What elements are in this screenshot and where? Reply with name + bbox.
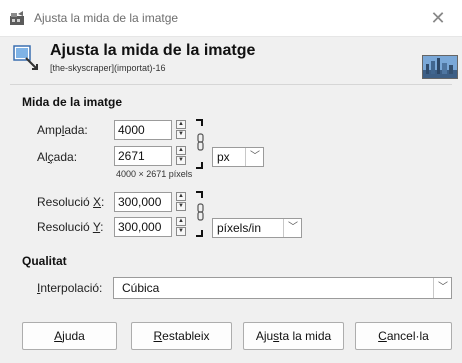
res-y-input[interactable]: 300,000 [114, 217, 172, 237]
size-unit-value: px [217, 150, 230, 164]
res-x-input[interactable]: 300,000 [114, 192, 172, 212]
spin-down-icon[interactable]: ▼ [176, 202, 186, 211]
chevron-down-icon[interactable]: ﹀ [433, 278, 452, 298]
chevron-down-icon[interactable]: ﹀ [283, 219, 302, 237]
size-unit-select[interactable]: px ﹀ [212, 147, 264, 167]
resize-button[interactable]: Ajusta la mida [243, 322, 344, 350]
res-x-spinner[interactable]: 300,000 ▲ ▼ [114, 192, 190, 212]
spin-down-icon[interactable]: ▼ [176, 156, 186, 165]
spin-up-icon[interactable]: ▲ [176, 120, 186, 129]
image-thumbnail [422, 55, 458, 79]
res-y-label: Resolució Y: [37, 220, 104, 234]
help-button[interactable]: Ajuda [22, 322, 117, 350]
resize-image-icon [13, 45, 39, 71]
spin-up-icon[interactable]: ▲ [176, 217, 186, 226]
section-image-size: Mida de la imatge [22, 95, 123, 109]
gimp-app-icon [9, 10, 25, 26]
res-y-spinner[interactable]: 300,000 ▲ ▼ [114, 217, 190, 237]
spin-down-icon[interactable]: ▼ [176, 130, 186, 139]
header-separator [10, 84, 452, 85]
chain-link-icon[interactable] [194, 118, 208, 170]
width-spinner[interactable]: 4000 ▲ ▼ [114, 120, 190, 140]
spin-up-icon[interactable]: ▲ [176, 192, 186, 201]
height-input[interactable]: 2671 [114, 146, 172, 166]
dialog-title: Ajusta la mida de la imatge [50, 42, 256, 59]
chain-link-icon[interactable] [194, 190, 208, 242]
width-input[interactable]: 4000 [114, 120, 172, 140]
interpolation-select[interactable]: Cúbica ﹀ [113, 277, 452, 299]
dialog-header: Ajusta la mida de la imatge [the-skyscra… [0, 37, 462, 83]
chevron-down-icon[interactable]: ﹀ [245, 148, 264, 166]
resolution-unit-value: píxels/in [217, 221, 262, 235]
cancel-button[interactable]: Cancel·la [355, 322, 452, 350]
close-icon[interactable]: ✕ [426, 7, 450, 29]
window-title: Ajusta la mida de la imatge [34, 11, 179, 25]
interpolation-value: Cúbica [122, 281, 160, 295]
width-label: Amplada: [37, 123, 88, 137]
pixel-dimensions-note: 4000 × 2671 píxels [116, 169, 193, 179]
reset-button[interactable]: Restableix [131, 322, 232, 350]
resolution-unit-select[interactable]: píxels/in ﹀ [212, 218, 302, 238]
image-name: [the-skyscraper](importat)-16 [50, 63, 166, 73]
window-titlebar: Ajusta la mida de la imatge ✕ [0, 0, 462, 37]
res-x-label: Resolució X: [37, 195, 105, 209]
spin-down-icon[interactable]: ▼ [176, 227, 186, 236]
interpolation-label: Interpolació: [37, 281, 103, 295]
height-spinner[interactable]: 2671 ▲ ▼ [114, 146, 190, 166]
section-quality: Qualitat [22, 254, 67, 268]
spin-up-icon[interactable]: ▲ [176, 146, 186, 155]
height-label: Alçada: [37, 150, 78, 164]
